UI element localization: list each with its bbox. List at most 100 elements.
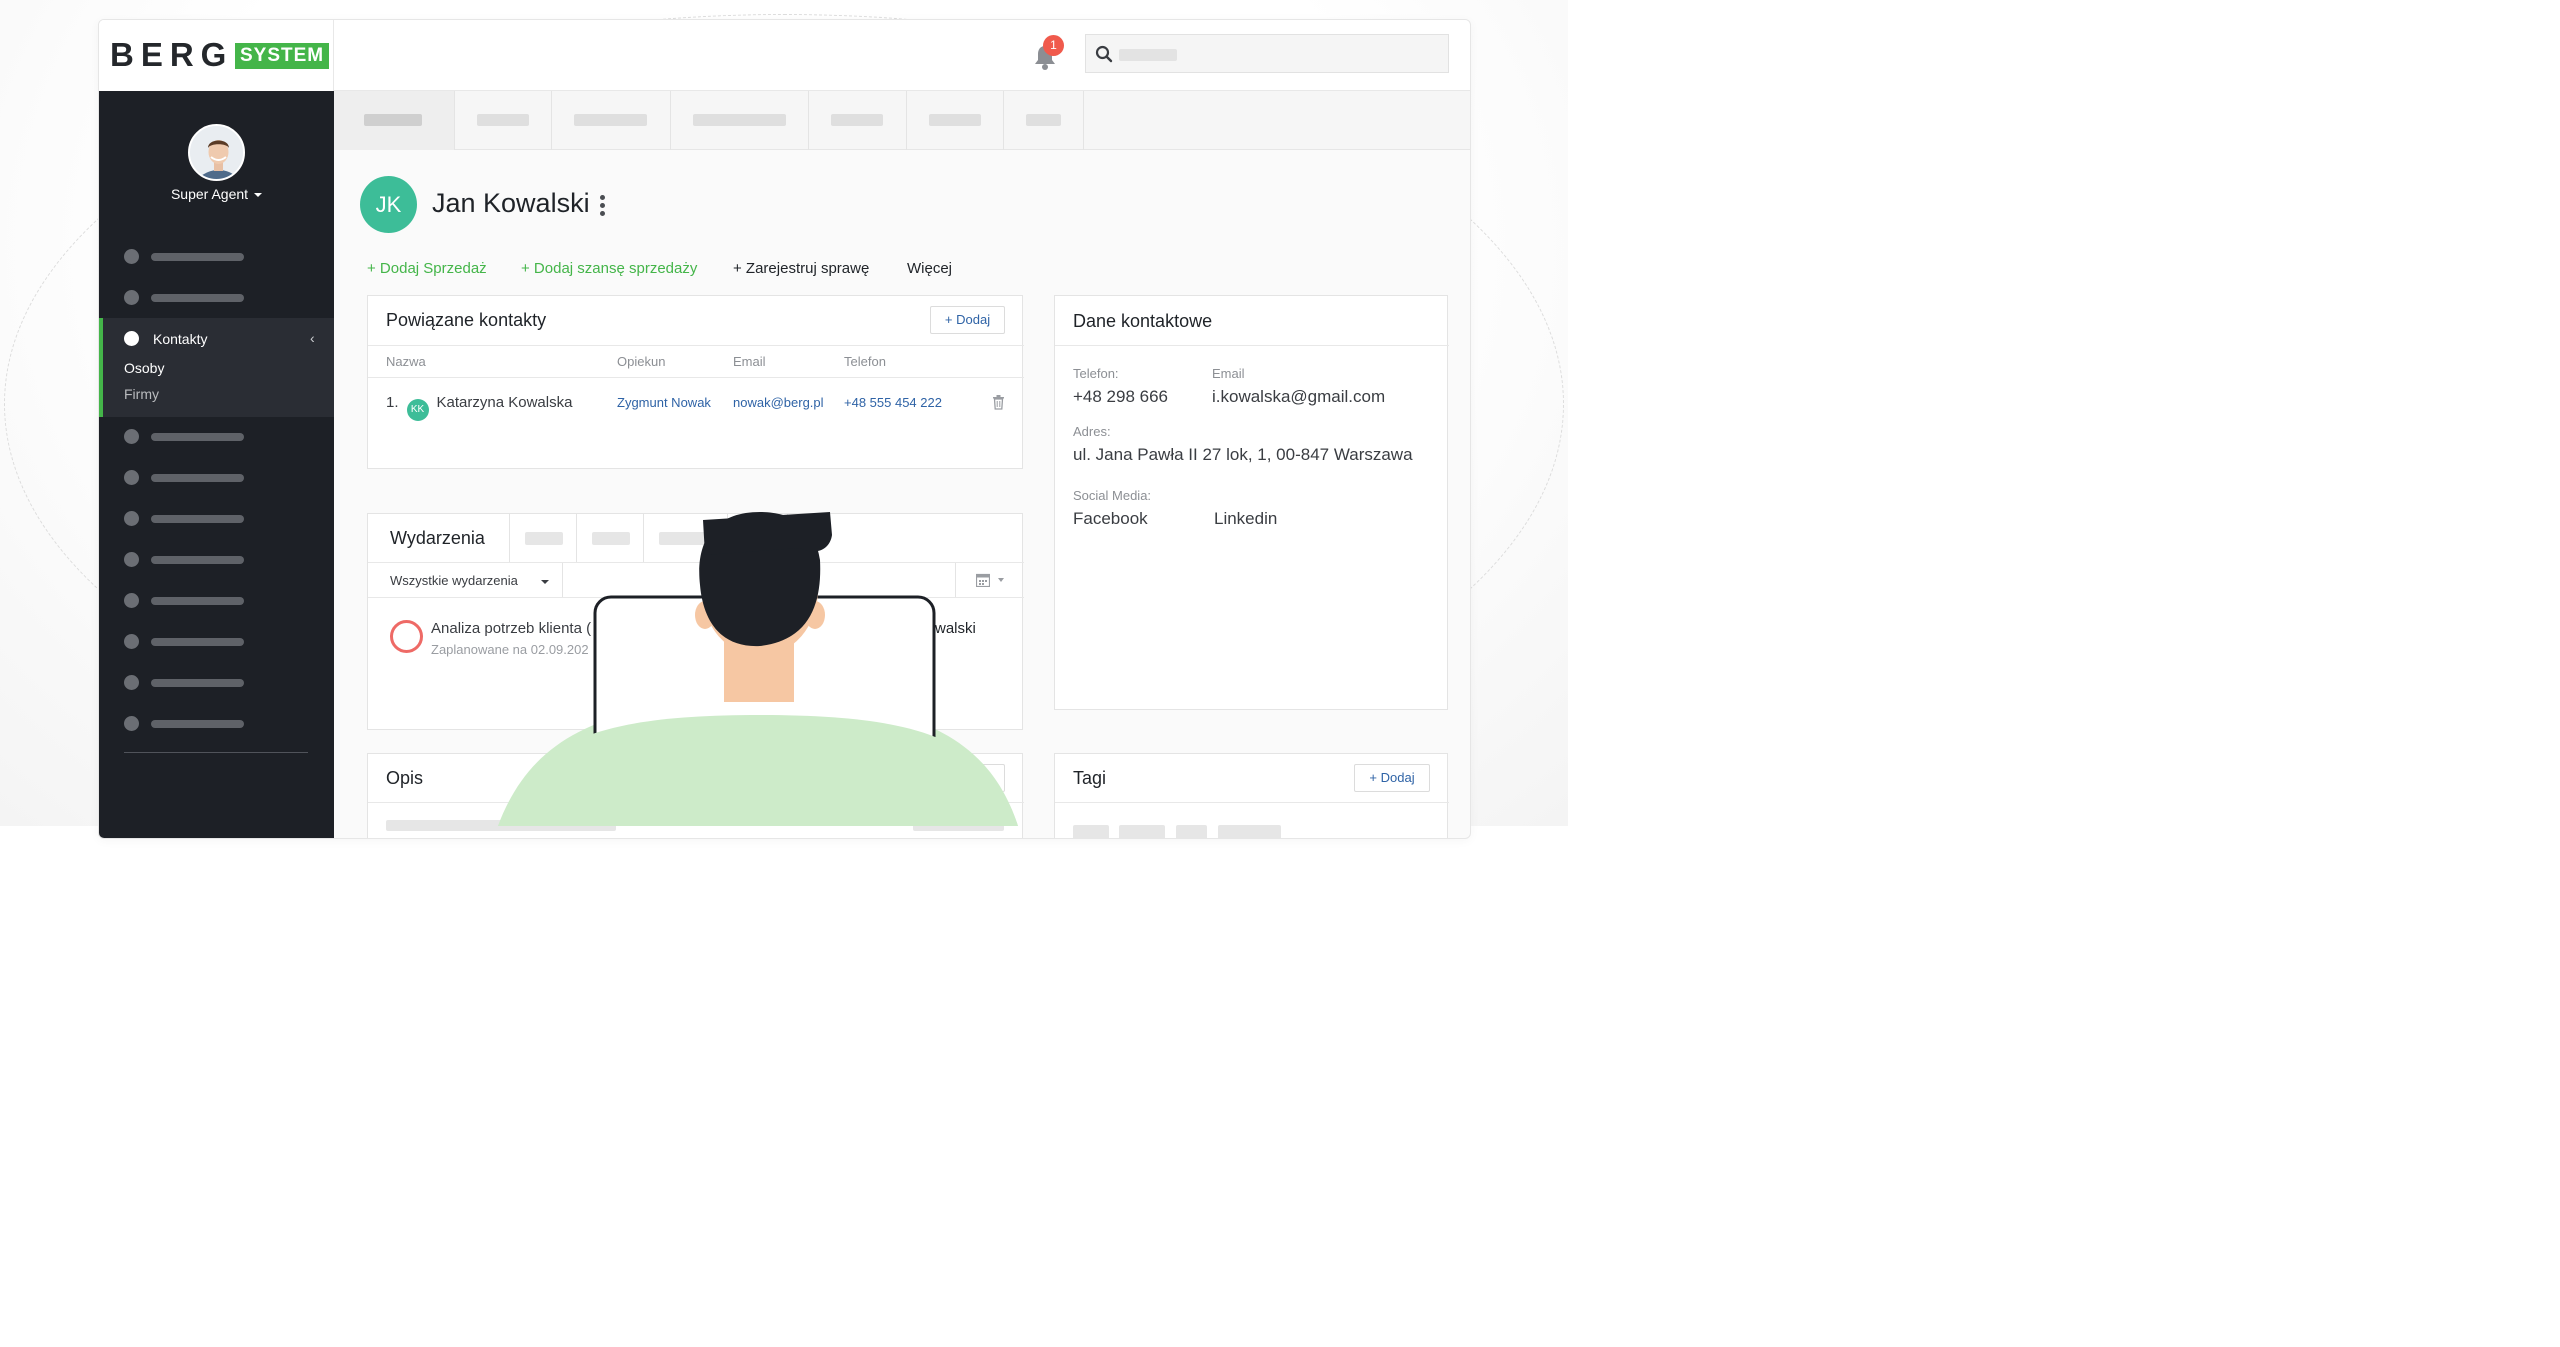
sidebar: Super Agent Kontakty ‹ Osoby Firmy <box>99 91 334 838</box>
event-subtitle: Zaplanowane na 02.09.202 <box>431 642 589 657</box>
more-options-icon[interactable] <box>600 195 606 217</box>
nav-placeholder <box>151 253 244 261</box>
nav-bullet-icon <box>124 331 139 346</box>
sidebar-item[interactable] <box>99 421 334 451</box>
tab[interactable] <box>644 514 728 562</box>
tab[interactable] <box>1004 91 1084 150</box>
user-photo-icon <box>190 126 243 179</box>
sidebar-item[interactable] <box>99 241 334 271</box>
tab-placeholder <box>1026 114 1061 126</box>
sidebar-subitem-firmy[interactable]: Firmy <box>124 386 159 402</box>
caret-down-icon <box>541 580 549 584</box>
tab[interactable] <box>455 91 552 150</box>
social-facebook-link[interactable]: Facebook <box>1073 509 1148 529</box>
sidebar-item-kontakty[interactable]: Kontakty ‹ Osoby Firmy <box>99 318 334 417</box>
event-title: Analiza potrzeb klienta ( <box>431 620 592 637</box>
tab[interactable] <box>809 91 907 150</box>
search-placeholder <box>1119 49 1177 61</box>
social-linkedin-link[interactable]: Linkedin <box>1214 509 1277 529</box>
events-card: Wydarzenia Wszystkie wydarzenia Analiza … <box>367 513 1024 730</box>
tab[interactable] <box>671 91 809 150</box>
nav-placeholder <box>151 474 244 482</box>
calendar-filter-button[interactable] <box>955 563 1024 597</box>
nav-placeholder <box>151 679 244 687</box>
row-avatar: KK <box>406 399 429 421</box>
search-input[interactable] <box>1085 34 1449 73</box>
tab[interactable] <box>334 91 455 150</box>
row-name[interactable]: 1. KK Katarzyna Kowalska <box>386 394 572 421</box>
divider <box>368 345 1024 346</box>
sidebar-item[interactable] <box>99 708 334 738</box>
trash-icon[interactable] <box>992 395 1005 410</box>
column-header: Opiekun <box>617 354 666 369</box>
user-menu[interactable]: Super Agent <box>99 186 334 202</box>
tag-placeholder[interactable] <box>1073 825 1109 838</box>
row-email[interactable]: nowak@berg.pl <box>733 395 824 410</box>
status-circle-icon[interactable] <box>390 620 423 653</box>
tag-placeholder[interactable] <box>1218 825 1281 838</box>
tag-placeholder[interactable] <box>1119 825 1165 838</box>
tab[interactable] <box>552 91 671 150</box>
add-tag-button[interactable]: + Dodaj <box>1354 764 1430 792</box>
card-title: Tagi <box>1073 768 1107 788</box>
add-opportunity-button[interactable]: + Dodaj szansę sprzedaży <box>521 260 697 277</box>
nav-bullet-icon <box>124 716 139 731</box>
nav-bullet-icon <box>124 634 139 649</box>
nav-bullet-icon <box>124 675 139 690</box>
row-contact-name: Katarzyna Kowalska <box>436 394 573 411</box>
avatar[interactable] <box>188 124 245 181</box>
events-filter-select[interactable]: Wszystkie wydarzenia <box>368 563 563 597</box>
sidebar-item[interactable] <box>99 462 334 492</box>
nav-bullet-icon <box>124 429 139 444</box>
tab[interactable] <box>728 514 788 562</box>
related-contacts-card: Powiązane kontakty + Dodaj Nazwa Opiekun… <box>367 295 1024 469</box>
divider <box>368 597 1024 598</box>
more-button[interactable]: Więcej <box>907 260 952 277</box>
nav-bullet-icon <box>124 249 139 264</box>
tab-placeholder <box>525 532 563 545</box>
divider <box>368 377 1024 378</box>
add-sale-button[interactable]: + Dodaj Sprzedaż <box>367 260 487 277</box>
tab[interactable] <box>907 91 1004 150</box>
tab-wydarzenia[interactable]: Wydarzenia <box>368 514 510 562</box>
add-description-button[interactable]: odaj <box>930 764 1005 792</box>
sidebar-item[interactable] <box>99 503 334 533</box>
sidebar-item[interactable] <box>99 544 334 574</box>
logo[interactable]: BERG SYSTEM <box>99 20 334 91</box>
address-label: Adres: <box>1073 424 1111 439</box>
card-title: Dane kontaktowe <box>1073 311 1213 331</box>
sidebar-subitem-osoby[interactable]: Osoby <box>124 360 164 376</box>
sidebar-item[interactable] <box>99 585 334 615</box>
logo-wordmark: BERG <box>110 36 234 73</box>
text-placeholder <box>913 820 1004 831</box>
event-title-contact: walski <box>935 620 976 637</box>
sidebar-divider <box>124 752 308 753</box>
nav-placeholder <box>151 597 244 605</box>
add-contact-button[interactable]: + Dodaj <box>930 306 1005 334</box>
tab[interactable] <box>510 514 577 562</box>
register-case-button[interactable]: + Zarejestruj sprawę <box>733 260 869 277</box>
row-owner[interactable]: Zygmunt Nowak <box>617 395 711 410</box>
phone-label: Telefon: <box>1073 366 1119 381</box>
tab-placeholder <box>574 114 647 126</box>
row-phone[interactable]: +48 555 454 222 <box>844 395 942 410</box>
tab-placeholder <box>364 114 422 126</box>
contact-avatar: JK <box>360 176 417 233</box>
column-header: Nazwa <box>386 354 426 369</box>
chevron-left-icon[interactable]: ‹ <box>310 330 315 346</box>
tab-bar <box>334 91 1470 150</box>
sidebar-item[interactable] <box>99 626 334 656</box>
tab-placeholder <box>831 114 883 126</box>
tag-placeholder[interactable] <box>1176 825 1207 838</box>
email-value[interactable]: i.kowalska@gmail.com <box>1212 387 1385 407</box>
tags-card: Tagi + Dodaj <box>1054 753 1449 838</box>
column-header: Email <box>733 354 766 369</box>
tab[interactable] <box>577 514 644 562</box>
sidebar-item[interactable] <box>99 282 334 312</box>
sidebar-item[interactable] <box>99 667 334 697</box>
phone-value[interactable]: +48 298 666 <box>1073 387 1168 407</box>
social-label: Social Media: <box>1073 488 1152 503</box>
caret-down-icon <box>254 193 263 197</box>
text-placeholder <box>386 820 616 831</box>
row-index: 1. <box>386 394 399 411</box>
